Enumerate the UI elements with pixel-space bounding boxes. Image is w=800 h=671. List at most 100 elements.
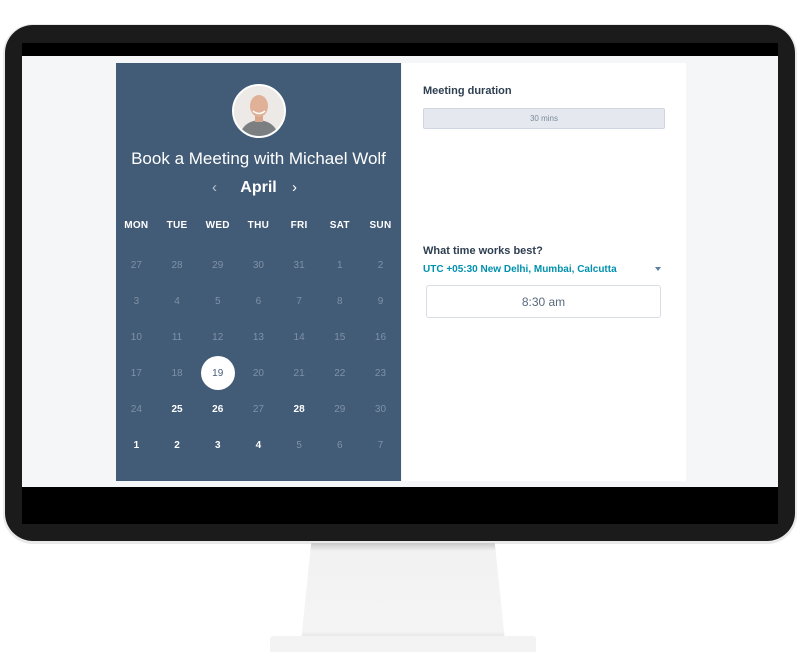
calendar-day-unavailable: 8 (319, 283, 360, 319)
calendar-day-available[interactable]: 3 (197, 427, 238, 463)
day-number: 2 (377, 259, 384, 271)
month-navigation: ‹ April › (116, 179, 401, 201)
monitor-stand-base (270, 636, 536, 652)
day-number: 18 (171, 367, 183, 379)
day-number: 6 (337, 439, 343, 451)
day-number: 23 (374, 367, 387, 379)
calendar-day-unavailable: 7 (279, 283, 320, 319)
calendar-day-unavailable: 14 (279, 319, 320, 355)
weekday-label: THU (247, 220, 270, 231)
day-number: 29 (212, 259, 224, 271)
day-number: 4 (174, 295, 180, 307)
weekday-header: MON TUE WED THU FRI SAT SUN (116, 220, 401, 231)
day-number: 17 (130, 367, 142, 379)
calendar-day-unavailable: 1 (319, 247, 360, 283)
weekday-label: SUN (369, 220, 392, 231)
day-number: 2 (174, 439, 180, 451)
day-number: 16 (374, 331, 387, 343)
calendar-day-available[interactable]: 2 (157, 427, 198, 463)
calendar-week: 17 18 19 20 21 22 23 (116, 355, 401, 391)
caret-down-icon (655, 267, 661, 271)
day-number: 20 (252, 367, 264, 379)
day-number: 4 (255, 439, 262, 451)
day-number: 25 (171, 403, 183, 415)
calendar-day-unavailable: 31 (279, 247, 320, 283)
calendar-day-unavailable: 24 (116, 391, 157, 427)
calendar-day-unavailable: 29 (319, 391, 360, 427)
day-number: 7 (377, 439, 384, 451)
calendar-day-available[interactable]: 26 (197, 391, 238, 427)
calendar-day-available[interactable]: 25 (157, 391, 198, 427)
day-number: 30 (374, 403, 387, 415)
day-number: 13 (252, 331, 264, 343)
calendar-day-available[interactable]: 28 (279, 391, 320, 427)
day-number: 6 (255, 295, 262, 307)
calendar-day-unavailable: 20 (238, 355, 279, 391)
calendar-day-unavailable: 27 (238, 391, 279, 427)
calendar-day-unavailable: 3 (116, 283, 157, 319)
calendar-day-unavailable: 29 (197, 247, 238, 283)
chevron-right-icon[interactable]: › (292, 179, 297, 196)
screen: Book a Meeting with Michael Wolf ‹ April… (22, 56, 778, 487)
weekday-label: TUE (166, 220, 188, 231)
month-label: April (240, 179, 277, 196)
calendar-day-unavailable: 6 (319, 427, 360, 463)
day-number: 27 (252, 403, 264, 415)
calendar-panel: Book a Meeting with Michael Wolf ‹ April… (116, 63, 401, 481)
calendar-day-unavailable: 5 (197, 283, 238, 319)
person-photo-icon (234, 86, 284, 136)
calendar-week: 27 28 29 30 31 1 2 (116, 247, 401, 283)
day-number: 24 (130, 403, 142, 415)
day-number: 15 (334, 331, 346, 343)
calendar-day-unavailable: 6 (238, 283, 279, 319)
day-number: 14 (293, 331, 305, 343)
day-number: 8 (337, 295, 343, 307)
day-number: 5 (296, 439, 302, 451)
day-number: 26 (212, 403, 224, 415)
calendar-day-unavailable: 28 (157, 247, 198, 283)
calendar-day-unavailable: 23 (360, 355, 401, 391)
calendar-day-selected[interactable]: 19 (197, 355, 238, 391)
calendar-day-unavailable: 18 (157, 355, 198, 391)
weekday-label: WED (205, 220, 230, 231)
day-number: 28 (171, 259, 183, 271)
calendar-day-available[interactable]: 1 (116, 427, 157, 463)
calendar-day-unavailable: 12 (197, 319, 238, 355)
calendar-day-unavailable: 27 (116, 247, 157, 283)
day-number: 30 (252, 259, 264, 271)
calendar-day-unavailable: 5 (279, 427, 320, 463)
day-number: 5 (214, 295, 221, 307)
day-number: 29 (334, 403, 346, 415)
timezone-value: UTC +05:30 New Delhi, Mumbai, Calcutta (423, 264, 617, 275)
day-number: 21 (293, 367, 305, 379)
calendar-day-unavailable: 17 (116, 355, 157, 391)
day-number: 1 (133, 439, 140, 451)
day-number: 9 (377, 295, 384, 307)
calendar-day-unavailable: 16 (360, 319, 401, 355)
time-slot-button[interactable]: 8:30 am (426, 285, 661, 318)
calendar-week: 1 2 3 4 5 6 7 (116, 427, 401, 463)
calendar-day-unavailable: 11 (157, 319, 198, 355)
day-number: 3 (214, 439, 221, 451)
calendar-day-unavailable: 21 (279, 355, 320, 391)
calendar-week: 24 25 26 27 28 29 30 (116, 391, 401, 427)
day-number: 10 (130, 331, 142, 343)
day-number: 1 (337, 259, 343, 271)
calendar-day-unavailable: 9 (360, 283, 401, 319)
screen-bezel-bottom (22, 487, 778, 524)
details-panel: Meeting duration 30 mins What time works… (402, 63, 686, 481)
page-title: Book a Meeting with Michael Wolf (131, 149, 386, 168)
calendar-day-unavailable: 10 (116, 319, 157, 355)
calendar-day-available[interactable]: 4 (238, 427, 279, 463)
day-number: 28 (293, 403, 305, 415)
screen-bezel-top (22, 43, 778, 56)
monitor-stand (301, 543, 505, 641)
day-number: 19 (212, 367, 224, 379)
duration-selector[interactable]: 30 mins (423, 108, 665, 129)
calendar-week: 3 4 5 6 7 8 9 (116, 283, 401, 319)
calendar-week: 10 11 12 13 14 15 16 (116, 319, 401, 355)
day-number: 7 (296, 295, 302, 307)
timezone-dropdown[interactable]: UTC +05:30 New Delhi, Mumbai, Calcutta (423, 264, 661, 275)
weekday-label: SAT (329, 220, 350, 231)
weekday-label: FRI (290, 220, 308, 231)
